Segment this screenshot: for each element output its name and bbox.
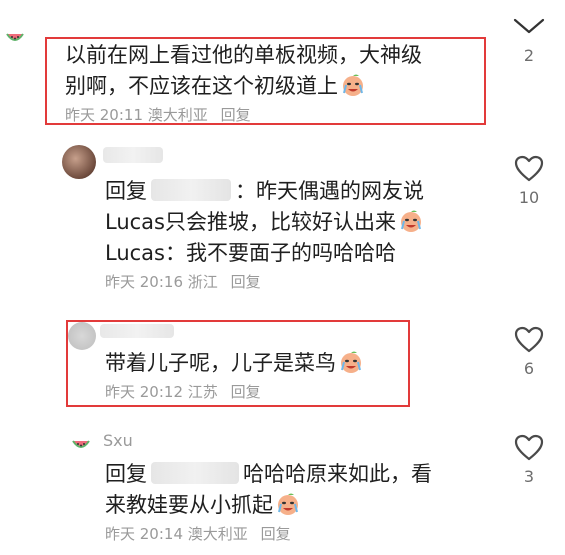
comment-text-line: Lucas：我不要面子的吗哈哈哈 [105,241,396,265]
comment-text-line: 回复 ：昨天偶遇的网友说 [105,176,424,207]
reply-button[interactable]: 回复 [231,273,261,291]
comment-time: 昨天 20:14 [105,525,183,543]
reply-button[interactable]: 回复 [261,525,291,543]
watermelon-avatar-icon[interactable] [6,30,24,49]
comment-text-line: Lucas只会推坡，比较好认出来 [105,207,424,238]
like-count: 2 [523,46,535,65]
heart-outline-icon [514,155,544,182]
comment-text-rest: ：昨天偶遇的网友说 [235,179,424,203]
avatar[interactable] [62,145,96,179]
comment-text-line: 带着儿子呢，儿子是菜鸟 [105,348,363,379]
comment-meta: 昨天 20:16 浙江 回复 [105,271,424,292]
comment-text-line: 以前在网上看过他的单板视频，大神级 [65,43,422,67]
heart-outline-icon [514,434,544,461]
comment-meta: 昨天 20:14 澳大利亚 回复 [105,523,432,544]
comment-time: 昨天 20:11 [65,106,143,124]
blurred-mention [151,179,231,201]
comment-location: 澳大利亚 [187,525,248,543]
comment-2[interactable]: 回复 ：昨天偶遇的网友说 Lucas只会推坡，比较好认出来 Lucas：我不要面子… [105,176,424,292]
blurred-username [100,324,174,338]
like-count: 3 [523,467,535,486]
comment-time: 昨天 20:12 [105,383,183,401]
blurred-username [103,147,163,163]
comment-3[interactable]: 带着儿子呢，儿子是菜鸟 昨天 20:12 江苏 回复 [105,348,363,402]
like-count: 10 [518,188,540,207]
comment-location: 澳大利亚 [147,106,208,124]
comment-text-line-2: 别啊，不应该在这个初级道上 [65,74,338,98]
collapse-chevron-button[interactable] [512,16,546,42]
comment-4[interactable]: 回复 哈哈哈原来如此，看 来教娃要从小抓起 昨天 20:14 澳大利亚 回复 [105,459,432,544]
heart-outline-icon [514,326,544,353]
comment-text-line: 来教娃要从小抓起 [105,490,432,521]
crying-laughing-peach-emoji [399,209,423,233]
like-button[interactable]: 3 [507,434,551,486]
chevron-down-icon [513,18,545,34]
username[interactable]: Sxu [103,431,133,450]
comment-1[interactable]: 以前在网上看过他的单板视频，大神级 别啊，不应该在这个初级道上 昨天 20:11… [65,40,422,125]
reply-button[interactable]: 回复 [231,383,261,401]
comment-text-rest: 哈哈哈原来如此，看 [243,462,432,486]
crying-laughing-peach-emoji [339,350,363,374]
watermelon-avatar-icon[interactable] [72,437,90,456]
crying-laughing-peach-emoji [341,73,365,97]
comment-text-line: 别啊，不应该在这个初级道上 [65,71,422,102]
comment-meta: 昨天 20:11 澳大利亚 回复 [65,104,422,125]
reply-button[interactable]: 回复 [221,106,251,124]
avatar[interactable] [68,322,96,350]
like-button[interactable]: 10 [507,155,551,207]
blurred-mention [151,462,239,484]
comment-text-line-1: 带着儿子呢，儿子是菜鸟 [105,351,336,375]
comment-location: 浙江 [187,273,218,291]
comment-location: 江苏 [187,383,218,401]
reply-prefix: 回复 [105,462,147,486]
comment-meta: 昨天 20:12 江苏 回复 [105,381,363,402]
like-count: 6 [523,359,535,378]
reply-prefix: 回复 [105,179,147,203]
like-count-1: 2 [507,46,551,65]
comment-text-line: 回复 哈哈哈原来如此，看 [105,459,432,490]
comment-time: 昨天 20:16 [105,273,183,291]
like-button[interactable]: 6 [507,326,551,378]
comment-text-line-2: Lucas只会推坡，比较好认出来 [105,210,396,234]
comment-text-line-2: 来教娃要从小抓起 [105,493,273,517]
crying-laughing-peach-emoji [276,492,300,516]
